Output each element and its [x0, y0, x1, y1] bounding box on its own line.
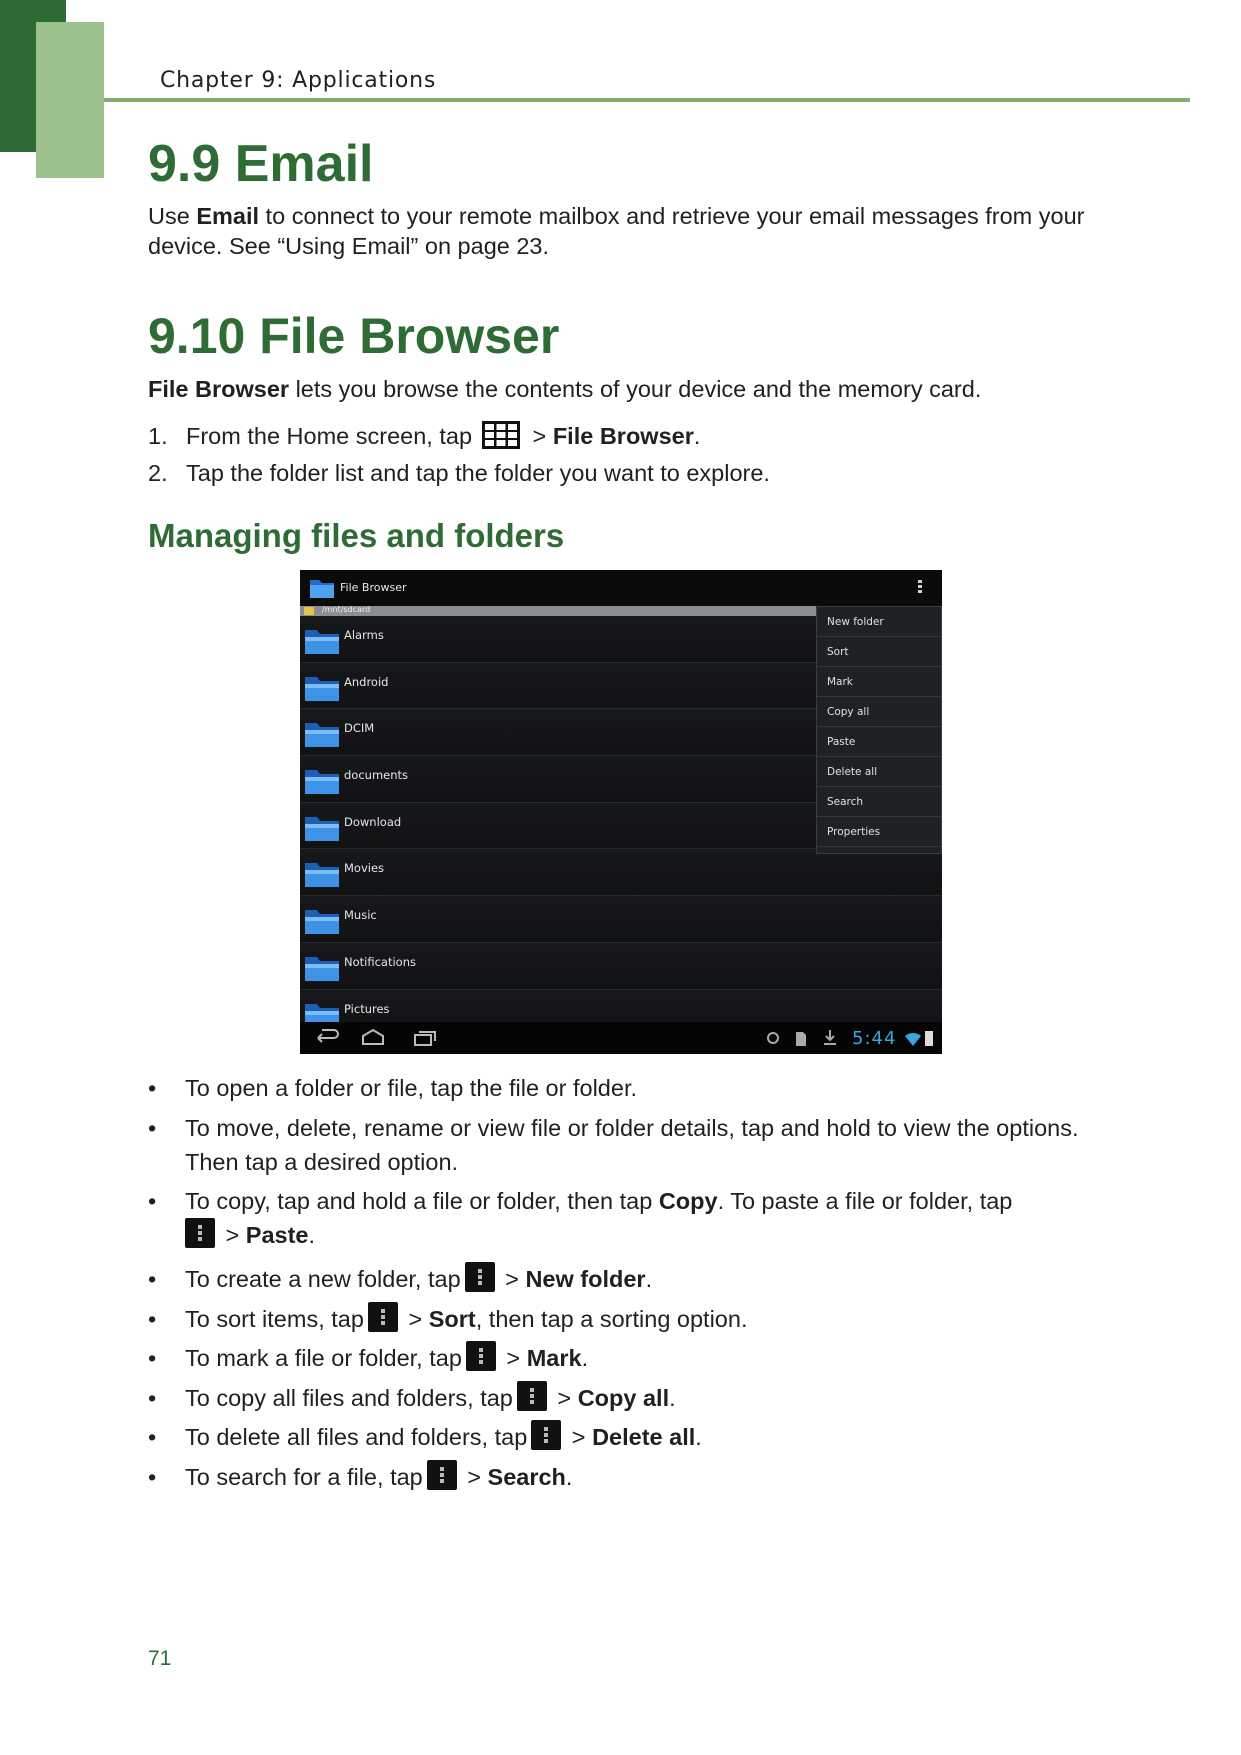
chapter-tab-light — [36, 22, 104, 178]
path-text: /mnt/sdcard — [322, 605, 371, 614]
email-heading: 9.9 Email — [148, 135, 374, 193]
managing-heading: Managing files and folders — [148, 517, 565, 554]
app-title: File Browser — [340, 581, 407, 594]
bullet-copy-all: • To copy all files and folders, tap > C… — [148, 1381, 1108, 1415]
menu-item-search[interactable]: Search — [817, 787, 941, 817]
menu-item-paste[interactable]: Paste — [817, 727, 941, 757]
folder-icon — [310, 580, 334, 598]
menu-icon — [426, 1460, 457, 1490]
battery-icon — [925, 1031, 933, 1046]
list-item[interactable]: Music — [300, 896, 942, 943]
download-icon — [824, 1030, 836, 1045]
menu-icon — [516, 1381, 547, 1411]
list-item[interactable]: Notifications — [300, 942, 942, 990]
page-number: 71 — [148, 1647, 172, 1670]
wifi-icon — [905, 1032, 921, 1046]
recent-apps-icon[interactable] — [412, 1028, 438, 1048]
bullet-search: • To search for a file, tap > Search. — [148, 1460, 1108, 1494]
menu-icon — [465, 1341, 496, 1371]
folder-icon — [305, 770, 339, 795]
folder-icon — [305, 723, 339, 748]
overflow-menu-icon[interactable] — [918, 580, 922, 596]
bullet-delete-all: • To delete all files and folders, tap >… — [148, 1420, 1108, 1454]
bullet-mark: • To mark a file or folder, tap > Mark. — [148, 1341, 1108, 1375]
bullet-sort: • To sort items, tap > Sort, then tap a … — [148, 1302, 1108, 1336]
folder-icon — [305, 956, 339, 981]
settings-icon — [767, 1032, 779, 1044]
chapter-header: Chapter 9: Applications — [160, 68, 437, 93]
menu-item-new-folder[interactable]: New folder — [817, 607, 941, 637]
home-icon[interactable] — [360, 1028, 386, 1048]
bullet-new-folder: • To create a new folder, tap > New fold… — [148, 1262, 1108, 1296]
sd-card-icon — [796, 1032, 806, 1046]
file-browser-heading: 9.10 File Browser — [148, 308, 560, 364]
menu-item-mark[interactable]: Mark — [817, 667, 941, 697]
overflow-menu: New folder Sort Mark Copy all Paste Dele… — [816, 606, 942, 854]
bullet-move: • To move, delete, rename or view file o… — [148, 1115, 1079, 1175]
menu-icon — [464, 1262, 495, 1292]
status-clock: 5:44 — [852, 1028, 897, 1049]
list-item[interactable]: Movies — [300, 849, 942, 897]
app-action-bar: File Browser — [300, 570, 942, 606]
folder-icon — [305, 630, 339, 654]
menu-icon — [531, 1420, 562, 1450]
menu-item-sort[interactable]: Sort — [817, 637, 941, 667]
step-2: 2. Tap the folder list and tap the folder… — [148, 460, 770, 486]
bullet-open: • To open a folder or file, tap the file… — [148, 1075, 637, 1101]
header-rule — [104, 98, 1190, 102]
folder-icon — [305, 676, 339, 701]
back-icon[interactable] — [314, 1028, 340, 1048]
bullet-copy: • To copy, tap and hold a file or folder… — [148, 1188, 1013, 1248]
step-1: 1. From the Home screen, tap > File Brows… — [148, 421, 701, 449]
folder-icon — [305, 910, 339, 935]
system-nav-bar: 5:44 — [300, 1022, 942, 1054]
apps-grid-icon — [482, 421, 521, 449]
folder-icon — [304, 607, 314, 615]
file-browser-intro: File Browser lets you browse the content… — [148, 376, 982, 402]
folder-icon — [305, 863, 339, 888]
menu-icon — [185, 1218, 215, 1248]
folder-icon — [305, 816, 339, 841]
menu-item-copy-all[interactable]: Copy all — [817, 697, 941, 727]
file-browser-screenshot: File Browser /mnt/sdcard Alarms Android … — [300, 570, 942, 1054]
menu-item-delete-all[interactable]: Delete all — [817, 757, 941, 787]
email-paragraph: Use Email to connect to your remote mail… — [148, 203, 1085, 259]
menu-icon — [367, 1302, 398, 1332]
menu-item-properties[interactable]: Properties — [817, 817, 941, 847]
